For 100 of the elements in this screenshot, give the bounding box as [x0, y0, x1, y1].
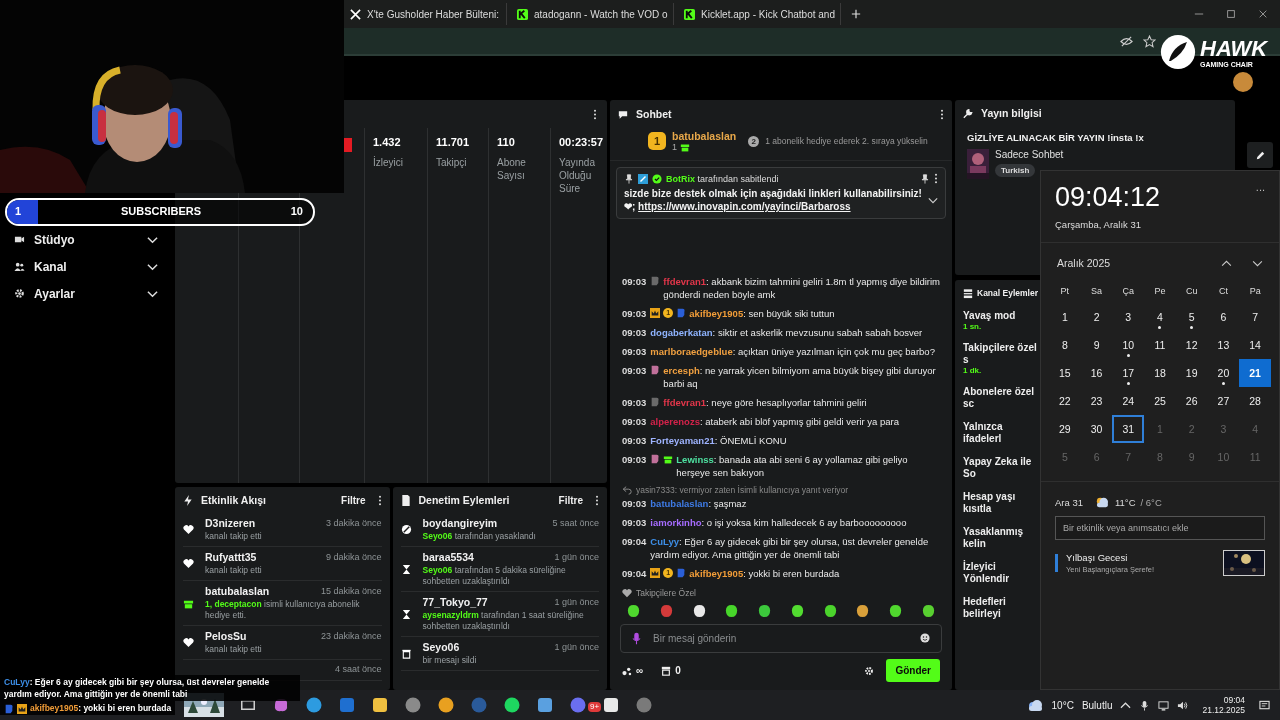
calendar-day[interactable]: 12: [1175, 331, 1208, 359]
clock[interactable]: 09:04 21.12.2025: [1196, 695, 1251, 715]
action-label[interactable]: Yavaş mod: [963, 310, 1043, 322]
maximize-icon[interactable]: [1226, 9, 1236, 19]
username[interactable]: batubalaslan: [672, 130, 737, 142]
calendar-day[interactable]: 17: [1112, 359, 1145, 387]
calendar-day[interactable]: 27: [1207, 387, 1240, 415]
new-tab-icon[interactable]: [851, 9, 861, 19]
calendar-day[interactable]: 19: [1175, 359, 1208, 387]
edit-button[interactable]: [1247, 142, 1273, 168]
sidebar-item[interactable]: Ayarlar: [0, 280, 172, 307]
message-input[interactable]: Bir mesaj gönderin: [620, 624, 942, 653]
browser-tab[interactable]: Kicklet.app - Kick Chatbot and: [678, 3, 841, 25]
calendar-day[interactable]: 29: [1049, 415, 1081, 443]
calendar-day[interactable]: 9: [1080, 331, 1113, 359]
tag[interactable]: Turkish: [995, 164, 1036, 177]
username[interactable]: baraa5534: [422, 551, 555, 563]
sidebar-item[interactable]: Kanal: [0, 253, 172, 280]
app-icon[interactable]: [437, 696, 455, 714]
star-icon[interactable]: [1143, 34, 1156, 48]
calendar-day[interactable]: 7: [1239, 303, 1271, 331]
calendar-day[interactable]: 5: [1175, 303, 1208, 331]
link[interactable]: https://www.inovapin.com/yayinci/Barbaross: [638, 201, 851, 212]
app-icon[interactable]: [371, 696, 389, 714]
username[interactable]: marlboraedgeblue: [650, 346, 733, 357]
network-icon[interactable]: [1158, 699, 1170, 711]
calendar-day[interactable]: 18: [1144, 359, 1176, 387]
more-icon[interactable]: [377, 494, 382, 506]
more-icon[interactable]: [593, 108, 597, 120]
calendar-day[interactable]: 6: [1207, 303, 1240, 331]
calendar-day[interactable]: 23: [1080, 387, 1113, 415]
calendar-day[interactable]: 24: [1112, 387, 1145, 415]
notification-icon[interactable]: [1259, 699, 1270, 711]
username[interactable]: Seyo06: [422, 641, 555, 653]
chevron-up-icon[interactable]: [1221, 259, 1232, 267]
app-icon[interactable]: [602, 696, 620, 714]
app-icon[interactable]: [536, 696, 554, 714]
username[interactable]: dogaberkatan: [650, 327, 713, 338]
action-label[interactable]: Hedefleri belirleyi: [963, 596, 1043, 620]
emote-icon[interactable]: [920, 603, 936, 618]
username[interactable]: iamorkinho: [650, 517, 702, 528]
calendar-day[interactable]: 16: [1080, 359, 1113, 387]
username[interactable]: PelosSu: [205, 630, 321, 642]
app-icon[interactable]: [503, 696, 521, 714]
more-icon[interactable]: [595, 494, 599, 506]
action-label[interactable]: Takipçilere özel s: [963, 342, 1043, 366]
browser-tab[interactable]: atadogann - Watch the VOD o: [511, 3, 674, 25]
more-icon[interactable]: [940, 108, 944, 120]
category-name[interactable]: Sadece Sohbet: [995, 149, 1064, 160]
emote-icon[interactable]: [888, 603, 904, 618]
emote-icon[interactable]: [822, 603, 838, 618]
username[interactable]: batubalaslan: [205, 585, 321, 597]
calendar-day[interactable]: 13: [1207, 331, 1240, 359]
emote-icon[interactable]: [757, 603, 773, 618]
calendar-day[interactable]: 8: [1049, 331, 1081, 359]
send-button[interactable]: Gönder: [886, 659, 940, 682]
username[interactable]: Rufyattt35: [205, 551, 326, 563]
chevron-down-icon[interactable]: [928, 196, 938, 204]
emoji-icon[interactable]: [920, 633, 930, 643]
calendar-day[interactable]: 15: [1049, 359, 1081, 387]
calendar-day[interactable]: 10: [1112, 331, 1145, 359]
sidebar-item[interactable]: Stüdyo: [0, 226, 172, 253]
points-icon[interactable]: [622, 665, 632, 676]
filter-button[interactable]: Filtre: [337, 492, 370, 508]
calendar-day[interactable]: 1: [1049, 303, 1081, 331]
settings-icon[interactable]: [864, 665, 875, 676]
calendar-day[interactable]: 25: [1144, 387, 1176, 415]
calendar-day[interactable]: 30: [1080, 415, 1113, 443]
speaker-icon[interactable]: [1177, 699, 1189, 711]
more-button[interactable]: ...: [1255, 181, 1265, 230]
username[interactable]: CuLyy: [650, 536, 679, 547]
calendar-day[interactable]: 28: [1239, 387, 1271, 415]
emote-icon[interactable]: [691, 603, 707, 618]
username[interactable]: ercesph: [663, 365, 700, 376]
chevron-up-icon[interactable]: [1120, 699, 1132, 711]
action-label[interactable]: Yapay Zeka ile So: [963, 456, 1043, 480]
microphone-icon[interactable]: [1139, 699, 1151, 711]
calendar-day[interactable]: 21: [1239, 359, 1271, 387]
calendar-day[interactable]: 11: [1144, 331, 1176, 359]
event-title[interactable]: Yılbaşı Gecesi: [1066, 552, 1215, 563]
emote-icon[interactable]: [626, 603, 641, 618]
action-label[interactable]: Hesap yaşı kısıtla: [963, 491, 1043, 515]
emote-icon[interactable]: [724, 603, 740, 618]
emote-icon[interactable]: [789, 603, 805, 618]
action-label[interactable]: Yalnızca ifadelerl: [963, 421, 1043, 445]
close-icon[interactable]: [1258, 9, 1268, 19]
action-label[interactable]: İzleyici Yönlendir: [963, 561, 1043, 585]
eye-off-icon[interactable]: [1120, 34, 1133, 48]
calendar-day[interactable]: 14: [1239, 331, 1271, 359]
month-title[interactable]: Aralık 2025: [1057, 257, 1111, 269]
calendar-day[interactable]: 2: [1080, 303, 1113, 331]
app-icon[interactable]: [305, 696, 323, 714]
store-icon[interactable]: [661, 665, 672, 676]
action-label[interactable]: Yasaklanmış kelin: [963, 526, 1043, 550]
emote-icon[interactable]: [855, 603, 871, 618]
calendar-day[interactable]: 4: [1144, 303, 1176, 331]
more-icon[interactable]: [934, 173, 938, 184]
username[interactable]: D3nizeren: [205, 517, 326, 529]
calendar-day[interactable]: 22: [1049, 387, 1081, 415]
username[interactable]: 77_Tokyo_77: [422, 596, 555, 608]
